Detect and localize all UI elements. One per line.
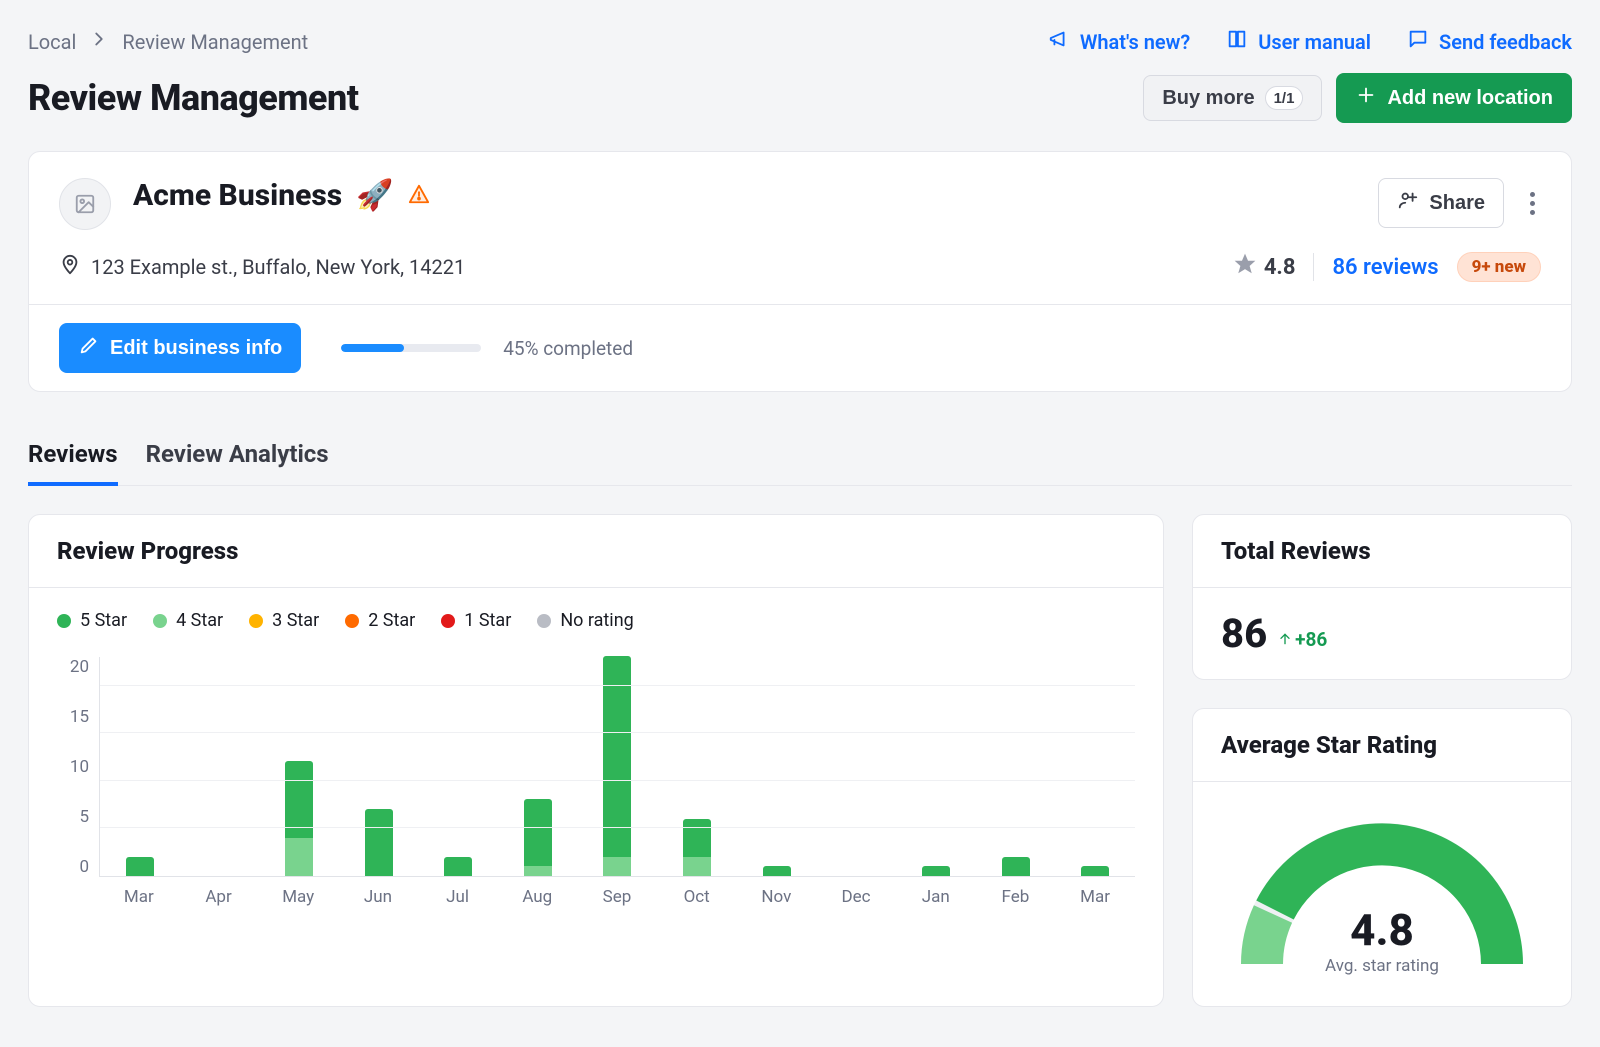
business-name: Acme Business xyxy=(133,178,342,213)
bar-nov xyxy=(737,866,817,876)
user-manual-link[interactable]: User manual xyxy=(1226,28,1371,55)
breadcrumb-current: Review Management xyxy=(122,30,308,54)
more-menu-button[interactable] xyxy=(1524,186,1541,221)
business-address: 123 Example st., Buffalo, New York, 1422… xyxy=(91,255,465,279)
progress-fill xyxy=(341,344,404,352)
avg-rating-value: 4.8 xyxy=(1232,904,1532,956)
bar-jul xyxy=(418,857,498,876)
total-reviews-value: 86 xyxy=(1221,610,1267,657)
share-button[interactable]: Share xyxy=(1378,178,1504,228)
legend-norating: No rating xyxy=(537,610,633,631)
bar-may xyxy=(259,761,339,876)
whats-new-link[interactable]: What's new? xyxy=(1048,28,1190,55)
share-icon xyxy=(1397,189,1419,217)
bar-feb xyxy=(976,857,1056,876)
pencil-icon xyxy=(78,334,100,362)
buy-more-button[interactable]: Buy more 1/1 xyxy=(1143,75,1322,121)
bar-jun xyxy=(339,809,419,876)
add-location-button[interactable]: Add new location xyxy=(1336,73,1572,123)
xlabel: Dec xyxy=(816,887,896,907)
user-manual-label: User manual xyxy=(1258,30,1371,54)
legend-4star: 4 Star xyxy=(153,610,223,631)
rating-value: 4.8 xyxy=(1264,255,1296,280)
xlabel: May xyxy=(258,887,338,907)
bar-aug xyxy=(498,799,578,876)
total-reviews-title: Total Reviews xyxy=(1193,515,1571,588)
xlabel: Feb xyxy=(976,887,1056,907)
edit-business-label: Edit business info xyxy=(110,337,282,360)
business-card: Acme Business 🚀 Share 123 Example st., B… xyxy=(28,151,1572,392)
add-location-label: Add new location xyxy=(1387,87,1553,110)
breadcrumb-root[interactable]: Local xyxy=(28,30,76,54)
page-title: Review Management xyxy=(28,77,358,119)
bar-sep xyxy=(578,656,658,876)
bar-mar xyxy=(1055,866,1135,876)
send-feedback-link[interactable]: Send feedback xyxy=(1407,28,1572,55)
avg-rating-title: Average Star Rating xyxy=(1193,709,1571,782)
buy-more-count: 1/1 xyxy=(1265,86,1304,110)
buy-more-label: Buy more xyxy=(1162,87,1254,110)
avg-rating-gauge: 4.8 Avg. star rating xyxy=(1232,814,1532,984)
reviews-count-link[interactable]: 86 reviews xyxy=(1332,255,1438,280)
bar-mar xyxy=(100,857,180,876)
xlabel: Mar xyxy=(1055,887,1135,907)
rating-display: 4.8 xyxy=(1234,253,1296,281)
chart-legend: 5 Star 4 Star 3 Star 2 Star 1 Star No ra… xyxy=(57,610,1135,631)
arrow-up-icon xyxy=(1277,631,1293,647)
tab-reviews[interactable]: Reviews xyxy=(28,430,118,486)
share-label: Share xyxy=(1429,192,1485,215)
tabs: Reviews Review Analytics xyxy=(28,430,1572,486)
book-icon xyxy=(1226,28,1248,55)
avg-rating-panel: Average Star Rating 4.8 Avg. star rating xyxy=(1192,708,1572,1007)
tab-review-analytics[interactable]: Review Analytics xyxy=(146,430,329,486)
review-progress-chart: 20151050 xyxy=(57,657,1135,877)
feedback-icon xyxy=(1407,28,1429,55)
xlabel: Nov xyxy=(737,887,817,907)
location-pin-icon xyxy=(59,254,81,281)
legend-2star: 2 Star xyxy=(345,610,415,631)
whats-new-label: What's new? xyxy=(1080,30,1190,54)
review-progress-title: Review Progress xyxy=(29,515,1163,588)
rocket-icon: 🚀 xyxy=(356,178,393,213)
progress-bar xyxy=(341,344,481,352)
xlabel: Jul xyxy=(418,887,498,907)
xlabel: Oct xyxy=(657,887,737,907)
profile-progress: 45% completed xyxy=(341,337,633,360)
divider xyxy=(1313,253,1314,281)
new-reviews-badge: 9+ new xyxy=(1457,252,1541,282)
bar-jan xyxy=(896,866,976,876)
xlabel: Sep xyxy=(577,887,657,907)
xlabel: Jun xyxy=(338,887,418,907)
business-thumbnail xyxy=(59,178,111,230)
legend-3star: 3 Star xyxy=(249,610,319,631)
total-reviews-delta: +86 xyxy=(1277,628,1327,651)
breadcrumb: Local Review Management xyxy=(28,28,308,55)
send-feedback-label: Send feedback xyxy=(1439,30,1572,54)
progress-label: 45% completed xyxy=(503,337,633,360)
review-progress-panel: Review Progress 5 Star 4 Star 3 Star 2 S… xyxy=(28,514,1164,1007)
warning-icon xyxy=(408,178,430,213)
xlabel: Mar xyxy=(99,887,179,907)
edit-business-info-button[interactable]: Edit business info xyxy=(59,323,301,373)
chevron-right-icon xyxy=(88,28,110,55)
legend-1star: 1 Star xyxy=(441,610,511,631)
total-reviews-panel: Total Reviews 86 +86 xyxy=(1192,514,1572,680)
star-icon xyxy=(1234,253,1256,281)
plus-icon xyxy=(1355,84,1377,112)
xlabel: Aug xyxy=(497,887,577,907)
xlabel: Jan xyxy=(896,887,976,907)
legend-5star: 5 Star xyxy=(57,610,127,631)
avg-rating-sub: Avg. star rating xyxy=(1232,956,1532,976)
megaphone-icon xyxy=(1048,28,1070,55)
xlabel: Apr xyxy=(179,887,259,907)
